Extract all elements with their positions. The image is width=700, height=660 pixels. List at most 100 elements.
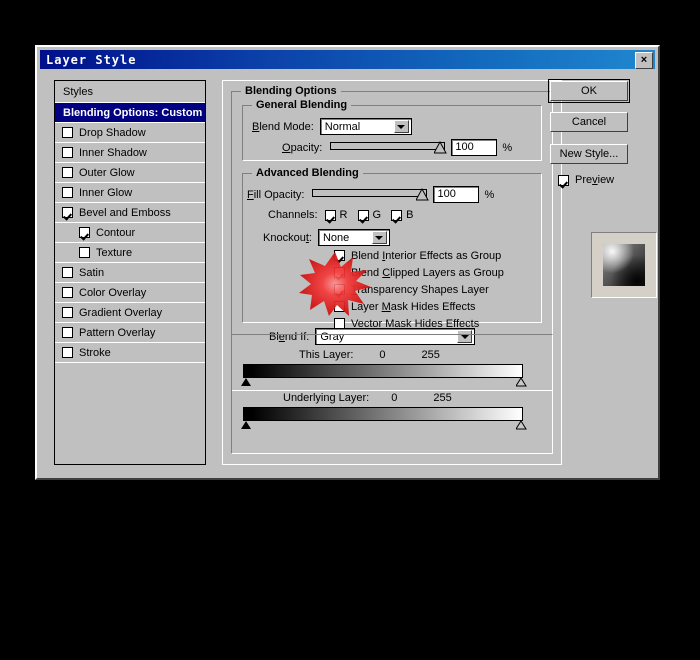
- knockout-value: None: [322, 231, 350, 244]
- style-list-item-label: Gradient Overlay: [79, 306, 163, 319]
- advanced-option-row[interactable]: Transparency Shapes Layer: [334, 282, 504, 297]
- style-list-item-bevel-and-emboss[interactable]: Bevel and Emboss: [55, 203, 205, 223]
- blend-mode-row: Blend Mode: Normal: [252, 118, 412, 135]
- fill-opacity-slider-thumb[interactable]: [416, 188, 430, 201]
- knockout-label: Knockout:: [263, 231, 312, 244]
- channels-checkbox-group[interactable]: RGB: [324, 209, 424, 221]
- blend-mode-value: Normal: [324, 120, 361, 133]
- style-enable-checkbox[interactable]: [62, 307, 73, 318]
- style-list-item-inner-glow[interactable]: Inner Glow: [55, 183, 205, 203]
- blend-mode-select[interactable]: Normal: [319, 118, 412, 135]
- underlying-layer-gradient-ramp: [243, 407, 523, 421]
- this-layer-gradient-ramp: [243, 364, 523, 378]
- new-style-button[interactable]: New Style...: [550, 144, 628, 164]
- blend-mode-label: Blend Mode:: [252, 120, 314, 133]
- fill-opacity-row: Fill Opacity: 100 %: [247, 186, 494, 203]
- opacity-slider[interactable]: [330, 140, 448, 155]
- styles-list-panel: Styles Blending Options: Custom Drop Shad…: [54, 80, 206, 465]
- advanced-checkbox-blend-clipped-layers-as-group[interactable]: [334, 267, 345, 278]
- underlying-layer-black-slider[interactable]: [241, 421, 252, 430]
- style-list-item-outer-glow[interactable]: Outer Glow: [55, 163, 205, 183]
- cancel-button[interactable]: Cancel: [550, 112, 628, 132]
- style-list-item-stroke[interactable]: Stroke: [55, 343, 205, 363]
- style-enable-checkbox[interactable]: [62, 287, 73, 298]
- style-list-item-texture[interactable]: Texture: [55, 243, 205, 263]
- advanced-checkbox-transparency-shapes-layer[interactable]: [334, 284, 345, 295]
- advanced-checkbox-blend-interior-effects-as-group[interactable]: [334, 250, 345, 261]
- fill-opacity-slider[interactable]: [312, 187, 430, 202]
- advanced-blending-checkbox-list[interactable]: Blend Interior Effects as Group Blend Cli…: [334, 248, 504, 333]
- style-enable-checkbox[interactable]: [62, 187, 73, 198]
- style-list-item-drop-shadow[interactable]: Drop Shadow: [55, 123, 205, 143]
- advanced-option-row[interactable]: Blend Clipped Layers as Group: [334, 265, 504, 280]
- style-list-item-label: Inner Glow: [79, 186, 133, 199]
- style-list-item-label: Outer Glow: [79, 166, 135, 179]
- preview-label: Preview: [575, 174, 615, 186]
- style-enable-checkbox[interactable]: [62, 347, 73, 358]
- style-enable-checkbox[interactable]: [62, 167, 73, 178]
- knockout-select[interactable]: None: [317, 229, 390, 246]
- advanced-blending-legend: Advanced Blending: [252, 167, 363, 179]
- this-layer-header: This Layer: 0 255: [299, 349, 440, 361]
- this-layer-handles[interactable]: [241, 378, 527, 387]
- this-layer-max: 255: [421, 349, 440, 361]
- style-list-item-label: Stroke: [79, 346, 111, 359]
- style-list-item-label: Inner Shadow: [79, 146, 147, 159]
- dialog-title: Layer Style: [46, 52, 137, 67]
- style-enable-checkbox[interactable]: [62, 127, 73, 138]
- style-list-item-label: Satin: [79, 266, 105, 279]
- style-list-item-label: Texture: [96, 246, 133, 259]
- chevron-down-icon[interactable]: [393, 120, 409, 133]
- fill-opacity-input[interactable]: 100: [433, 186, 480, 203]
- advanced-checkbox-label: Transparency Shapes Layer: [351, 283, 489, 296]
- underlying-layer-min: 0: [391, 392, 398, 404]
- ok-button[interactable]: OK: [548, 79, 630, 103]
- style-enable-checkbox[interactable]: [79, 247, 90, 258]
- style-list-item-blending-options-custom[interactable]: Blending Options: Custom: [55, 103, 205, 123]
- style-enable-checkbox[interactable]: [62, 267, 73, 278]
- channel-label-g: G: [372, 209, 382, 221]
- underlying-layer-handles[interactable]: [241, 421, 527, 430]
- style-enable-checkbox[interactable]: [79, 227, 90, 238]
- close-icon[interactable]: ×: [635, 52, 653, 69]
- advanced-checkbox-layer-mask-hides-effects[interactable]: [334, 301, 345, 312]
- fill-opacity-unit: %: [484, 188, 495, 201]
- preview-checkbox[interactable]: [558, 174, 569, 186]
- preview-thumbnail-image: [603, 244, 645, 286]
- style-list-item-color-overlay[interactable]: Color Overlay: [55, 283, 205, 303]
- channel-checkbox-r[interactable]: [324, 209, 336, 221]
- opacity-slider-thumb[interactable]: [434, 141, 448, 154]
- channel-checkbox-g[interactable]: [357, 209, 369, 221]
- channels-row: Channels: R G B: [268, 209, 423, 221]
- layer-style-dialog: Layer Style × Styles Blending Options: C…: [35, 45, 660, 480]
- preview-row[interactable]: Preview: [558, 174, 614, 186]
- advanced-checkbox-label: Layer Mask Hides Effects: [351, 300, 476, 313]
- channel-label-r: R: [339, 209, 348, 221]
- advanced-option-row[interactable]: Layer Mask Hides Effects: [334, 299, 504, 314]
- style-enable-checkbox[interactable]: [62, 147, 73, 158]
- style-list-item-pattern-overlay[interactable]: Pattern Overlay: [55, 323, 205, 343]
- style-list-item-satin[interactable]: Satin: [55, 263, 205, 283]
- preview-thumbnail-box: [591, 232, 657, 298]
- underlying-layer-white-slider[interactable]: [516, 421, 527, 430]
- knockout-row: Knockout: None: [263, 229, 390, 246]
- style-list-item-inner-shadow[interactable]: Inner Shadow: [55, 143, 205, 163]
- style-list-item-label: Blending Options: Custom: [63, 106, 203, 119]
- this-layer-min: 0: [379, 349, 386, 361]
- style-enable-checkbox[interactable]: [62, 207, 73, 218]
- styles-list[interactable]: Blending Options: Custom Drop Shadow Inner…: [55, 103, 205, 363]
- channel-checkbox-b[interactable]: [391, 209, 403, 221]
- blending-options-legend: Blending Options: [241, 85, 341, 97]
- underlying-layer-header: Underlying Layer: 0 255: [283, 392, 452, 404]
- underlying-layer-label: Underlying Layer:: [283, 392, 370, 404]
- style-list-item-contour[interactable]: Contour: [55, 223, 205, 243]
- opacity-unit: %: [502, 141, 513, 154]
- this-layer-white-slider[interactable]: [516, 378, 527, 387]
- this-layer-black-slider[interactable]: [241, 378, 252, 387]
- underlying-layer-max: 255: [433, 392, 452, 404]
- style-list-item-gradient-overlay[interactable]: Gradient Overlay: [55, 303, 205, 323]
- chevron-down-icon[interactable]: [371, 231, 387, 244]
- opacity-input[interactable]: 100: [451, 139, 498, 156]
- style-enable-checkbox[interactable]: [62, 327, 73, 338]
- advanced-option-row[interactable]: Blend Interior Effects as Group: [334, 248, 504, 263]
